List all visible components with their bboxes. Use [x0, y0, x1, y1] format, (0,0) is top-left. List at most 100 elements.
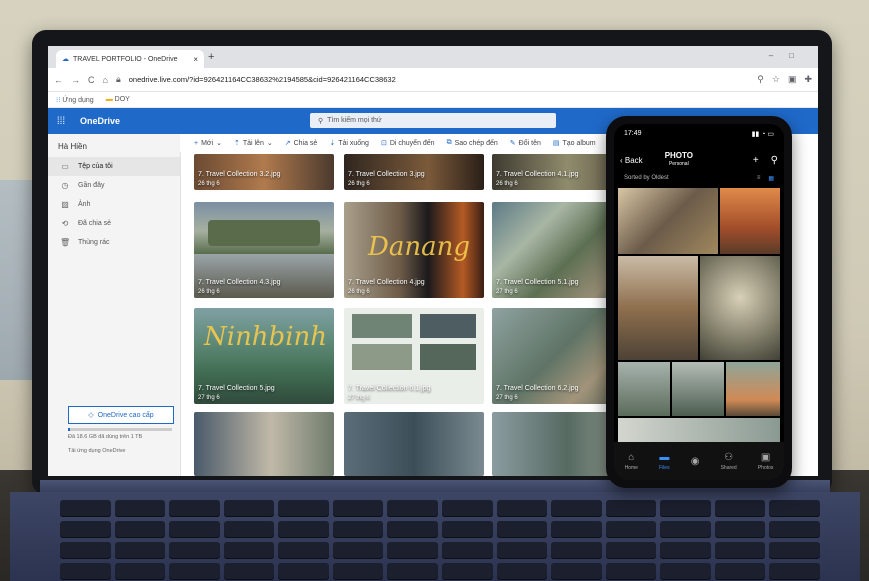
- keyboard-key: [442, 521, 493, 538]
- phone-photo[interactable]: [720, 188, 780, 254]
- keyboard-key: [114, 500, 166, 517]
- sidebar-item-photos[interactable]: ▨ Ảnh: [48, 195, 180, 214]
- file-date: 26 thg 6: [198, 289, 220, 295]
- keyboard-key: [769, 521, 820, 538]
- search-placeholder: Tìm kiếm mọi thứ: [327, 117, 382, 124]
- home-icon: ⌂: [628, 451, 635, 463]
- keyboard-key: [605, 563, 657, 580]
- phone-photo[interactable]: [672, 362, 724, 416]
- bookmark-doy[interactable]: ▬ DOY: [106, 96, 130, 103]
- keyboard-key: [332, 563, 384, 580]
- keyboard-key: [278, 521, 329, 538]
- sidebar-item-recent[interactable]: ◷ Gần đây: [48, 176, 180, 195]
- file-date: 27 thg 6: [496, 289, 518, 295]
- copy-to-button[interactable]: ⧉ Sao chép đến: [447, 139, 498, 147]
- phone-sort-row: Sorted by Oldest ≡ ▦: [624, 175, 774, 182]
- keyboard-key: [769, 500, 820, 517]
- tab-shared[interactable]: ⚇ Shared: [721, 452, 737, 471]
- sort-dropdown[interactable]: Sorted by Oldest: [624, 175, 669, 182]
- keyboard-key: [496, 563, 548, 580]
- camera-button[interactable]: ◉: [691, 456, 700, 467]
- keyboard-key: [387, 542, 438, 559]
- file-name: 7. Travel Collection 6.1.jpg: [348, 385, 431, 392]
- photo-tile[interactable]: 7. Travel Collection 4.3.jpg 26 thg 6: [194, 202, 334, 298]
- bookmark-apps[interactable]: ⁝⁝ Ứng dụng: [56, 96, 94, 104]
- home-icon[interactable]: ⌂: [103, 75, 108, 85]
- phone-photo[interactable]: [618, 362, 670, 416]
- tab-photos[interactable]: ▣ Photos: [758, 452, 774, 471]
- keyboard-key: [660, 500, 711, 517]
- forward-arrow-icon[interactable]: →: [71, 75, 80, 85]
- keyboard-key: [223, 500, 275, 517]
- storage-fill: [68, 428, 71, 431]
- phone-photo[interactable]: [618, 188, 718, 254]
- phone-photo[interactable]: [618, 256, 698, 360]
- window-controls[interactable]: –□: [769, 51, 810, 60]
- reload-icon[interactable]: C: [88, 75, 95, 85]
- photo-tile[interactable]: 7. Travel Collection 3.jpg 26 thg 6: [344, 154, 484, 190]
- premium-button[interactable]: ◇ OneDrive cao cấp: [68, 406, 174, 424]
- keyboard-key: [551, 563, 602, 580]
- search-icon[interactable]: ⚲: [771, 155, 778, 166]
- rename-button[interactable]: ✎ Đổi tên: [510, 139, 541, 148]
- back-button[interactable]: ‹ Back: [620, 156, 643, 165]
- onedrive-brand[interactable]: OneDrive: [80, 116, 120, 126]
- photo-tile[interactable]: Danang 7. Travel Collection 4.jpg 26 thg…: [344, 202, 484, 298]
- phone-photo[interactable]: [700, 256, 780, 360]
- browser-tab[interactable]: ☁ TRAVEL PORTFOLIO - OneDrive ×: [56, 50, 204, 68]
- photo-tile[interactable]: 7. Travel Collection 6.1.jpg 27 thg 6: [344, 308, 484, 404]
- new-button[interactable]: + Mới ⌄: [194, 139, 222, 148]
- tab-files[interactable]: ▬ Files: [659, 452, 670, 471]
- move-to-button[interactable]: ⊡ Di chuyển đến: [381, 139, 435, 148]
- folder-icon: ▭: [61, 162, 69, 171]
- sidebar-item-trash[interactable]: 🗑︎ Thùng rác: [48, 233, 180, 252]
- keyboard-key: [278, 542, 329, 559]
- sidebar-item-shared[interactable]: ⟲ Đã chia sẻ: [48, 214, 180, 233]
- address-bar: ← → C ⌂ 🔒︎ onedrive.live.com/?id=9264211…: [48, 68, 818, 92]
- photo-tile[interactable]: [194, 412, 334, 476]
- keyboard-key: [278, 563, 329, 580]
- photo-tile[interactable]: [344, 412, 484, 476]
- keyboard-key: [714, 521, 766, 538]
- add-icon[interactable]: +: [753, 155, 759, 166]
- file-name: 7. Travel Collection 6.2.jpg: [496, 385, 579, 392]
- puzzle-icon[interactable]: ✚: [804, 74, 812, 85]
- tab-home[interactable]: ⌂ Home: [625, 452, 638, 471]
- upload-icon: ⇡: [233, 140, 240, 147]
- storage-text: Đã 18.6 GB đã dùng trên 1 TB: [68, 434, 143, 440]
- grid-view-icon[interactable]: ▦: [768, 175, 774, 182]
- download-button[interactable]: ⇣ Tải xuống: [329, 139, 369, 148]
- keyboard-key: [332, 500, 384, 517]
- new-tab-button[interactable]: +: [208, 51, 214, 63]
- get-app-link[interactable]: Tải ứng dụng OneDrive: [68, 448, 126, 454]
- keyboard-key: [769, 563, 820, 580]
- keyboard-key: [442, 542, 493, 559]
- diamond-icon: ◇: [88, 412, 94, 419]
- extension-icon[interactable]: ▣: [788, 74, 797, 85]
- phone-nav-bar: ‹ Back PHOTO Personal + ⚲: [620, 152, 778, 168]
- share-button[interactable]: ↗ Chia sẻ: [284, 139, 318, 148]
- phone-photo-grid: [618, 188, 780, 450]
- search-icon[interactable]: ⚲: [757, 74, 764, 85]
- search-input[interactable]: ⚲ Tìm kiếm mọi thứ: [310, 113, 556, 128]
- sidebar-item-my-files[interactable]: ▭ Tệp của tôi: [48, 157, 180, 176]
- share-icon: ↗: [284, 140, 291, 147]
- create-album-button[interactable]: ▤ Tạo album: [553, 139, 596, 148]
- file-date: 27 thg 6: [198, 395, 220, 401]
- url-field[interactable]: onedrive.live.com/?id=926421164CC38632%2…: [129, 75, 750, 84]
- list-view-icon[interactable]: ≡: [757, 175, 761, 182]
- upload-button[interactable]: ⇡ Tải lên ⌄: [233, 139, 273, 148]
- keyboard-key: [442, 500, 493, 517]
- close-icon[interactable]: ×: [193, 55, 198, 64]
- photo-tile[interactable]: Ninhbinh 7. Travel Collection 5.jpg 27 t…: [194, 308, 334, 404]
- phone-folder-title: PHOTO Personal: [664, 151, 693, 168]
- phone-screen: 17:49 ▮▮ ◔ ▭ ‹ Back PHOTO Personal + ⚲ So…: [614, 124, 784, 480]
- cloud-icon: ☁: [62, 56, 69, 63]
- app-launcher-icon[interactable]: ⁞⁞⁞: [48, 116, 74, 127]
- back-arrow-icon[interactable]: ←: [54, 75, 63, 85]
- lock-icon: 🔒︎: [115, 74, 121, 84]
- photo-tile[interactable]: 7. Travel Collection 3.2.jpg 26 thg 6: [194, 154, 334, 190]
- star-icon[interactable]: ☆: [772, 74, 780, 85]
- copy-icon: ⧉: [446, 139, 452, 146]
- phone-photo[interactable]: [726, 362, 780, 416]
